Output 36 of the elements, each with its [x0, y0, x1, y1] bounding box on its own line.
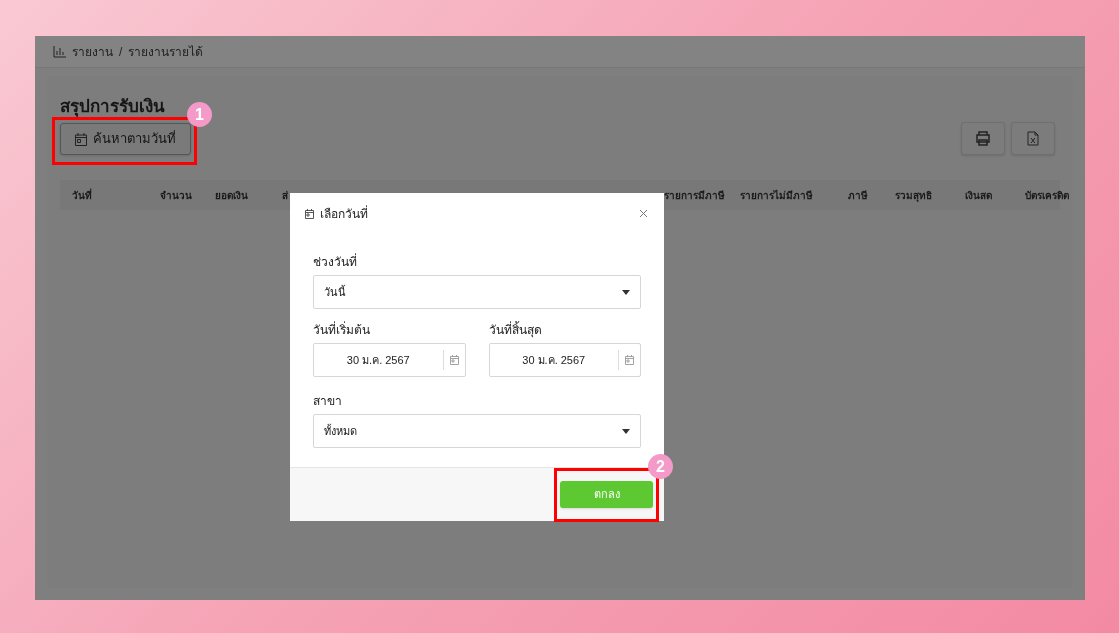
calendar-icon: [449, 355, 459, 365]
print-button[interactable]: [961, 122, 1005, 155]
column-header: วันที่: [72, 187, 93, 203]
date-range-select[interactable]: วันนี้: [313, 275, 641, 309]
column-header: เงินสด: [965, 188, 993, 203]
field-label: วันที่เริ่มต้น: [313, 321, 371, 339]
dropdown-caret-icon: [622, 289, 630, 295]
column-header: ยอดเงิน: [215, 188, 249, 203]
printer-icon: [975, 131, 991, 146]
field-label: สาขา: [313, 393, 343, 410]
dialog-title: เลือกวันที่: [320, 205, 368, 223]
column-header: รายการมีภาษี: [664, 188, 726, 203]
dropdown-caret-icon: [622, 428, 630, 434]
calendar-icon: [305, 209, 314, 219]
breadcrumb-link[interactable]: รายงานรายได้: [128, 42, 204, 61]
column-header: ส่: [282, 188, 289, 203]
breadcrumb-link[interactable]: รายงาน: [72, 42, 113, 61]
column-header: รวมสุทธิ: [895, 188, 933, 203]
spreadsheet-file-icon: [1027, 131, 1039, 146]
start-date-field[interactable]: 30 ม.ค. 2567: [313, 343, 466, 377]
calendar-icon: [625, 355, 634, 365]
close-icon[interactable]: [639, 209, 649, 219]
column-header: บัตรเครดิต: [1025, 188, 1070, 203]
export-excel-button[interactable]: [1011, 122, 1055, 155]
branch-select[interactable]: ทั้งหมด: [313, 414, 641, 448]
page-title: สรุปการรับเงิน: [60, 96, 166, 118]
end-date-field[interactable]: 30 ม.ค. 2567: [488, 343, 641, 377]
breadcrumb-separator: /: [119, 43, 123, 61]
search-by-date-button[interactable]: ค้นหาตามวันที่: [60, 123, 191, 155]
column-header: รายการไม่มีภาษี: [740, 188, 814, 203]
column-header: จำนวน: [160, 188, 193, 203]
field-label: วันที่สิ้นสุด: [488, 321, 543, 339]
field-label: ช่วงวันที่: [313, 253, 358, 271]
bar-chart-icon: [53, 45, 66, 58]
calendar-icon: [75, 132, 87, 146]
column-header: ภาษี: [848, 188, 869, 203]
